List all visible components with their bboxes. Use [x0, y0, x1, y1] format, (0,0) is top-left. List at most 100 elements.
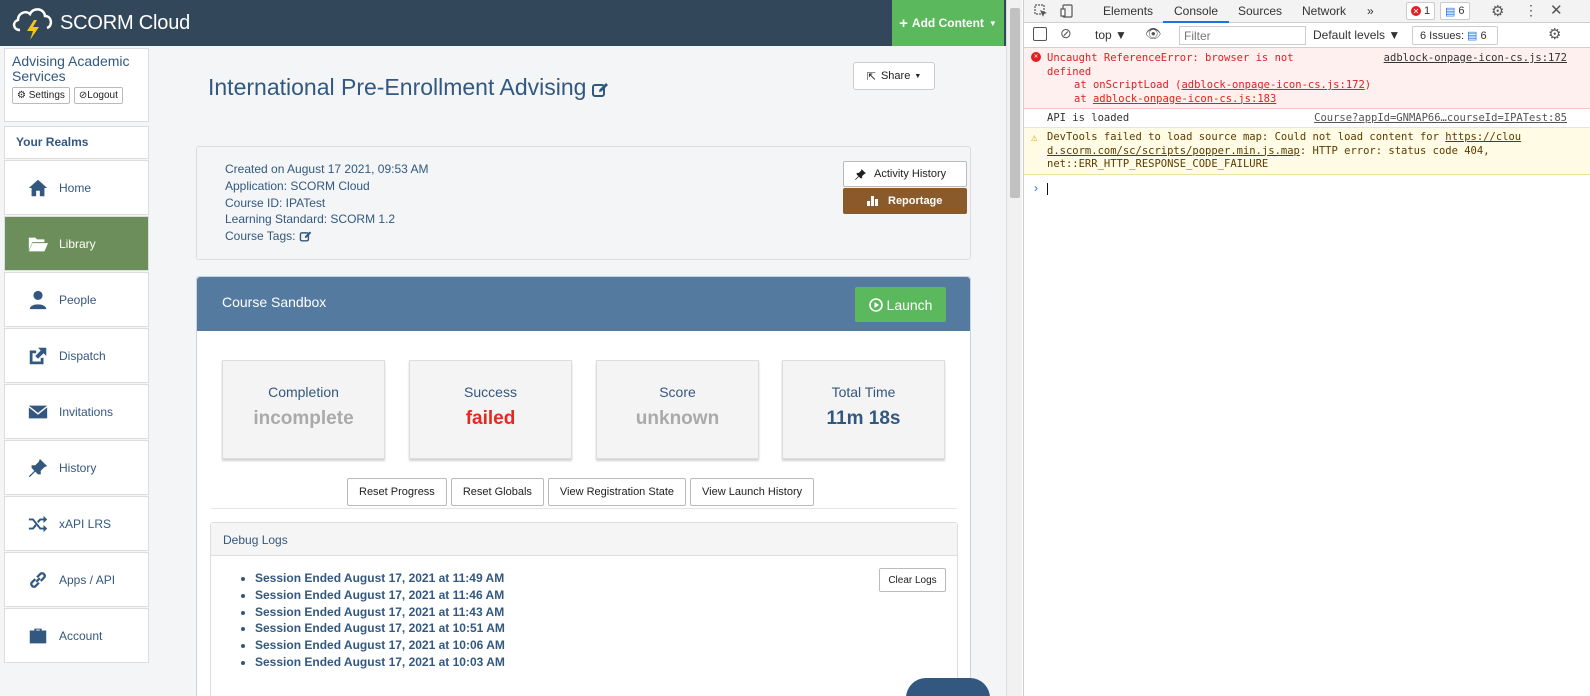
activity-history-button[interactable]: Activity History: [843, 161, 967, 187]
stack-frame-link[interactable]: adblock-onpage-icon-cs.js:172: [1181, 79, 1364, 91]
chat-widget-button[interactable]: [906, 678, 990, 696]
sidebar-item-label: Home: [59, 180, 92, 195]
issues-button[interactable]: 6 Issues: ▤ 6: [1412, 26, 1498, 45]
page-scrollbar[interactable]: [1006, 0, 1022, 696]
scrollbar-thumb[interactable]: [1010, 8, 1020, 198]
warning-text: DevTools failed to load source map: Coul…: [1047, 131, 1446, 143]
play-circle-icon: [868, 297, 883, 312]
tab-elements[interactable]: Elements: [1103, 4, 1153, 18]
source-map-link[interactable]: d.scorm.com/sc/scripts/popper.min.js.map: [1047, 145, 1300, 157]
scorm-cloud-logo[interactable]: SCORM Cloud: [10, 4, 190, 42]
your-realms-link[interactable]: Your Realms: [4, 126, 149, 159]
sidebar-toggle-icon[interactable]: [1033, 27, 1047, 41]
kebab-menu-icon[interactable]: ⋮: [1524, 2, 1538, 19]
error-icon: ✕: [1031, 52, 1041, 62]
launch-button[interactable]: Launch: [855, 287, 946, 322]
source-map-link[interactable]: https://clou: [1445, 131, 1521, 143]
view-registration-state-button[interactable]: View Registration State: [547, 478, 687, 506]
sidebar-item-people[interactable]: People: [4, 272, 149, 327]
sidebar-item-dispatch[interactable]: Dispatch: [4, 328, 149, 383]
reset-progress-button[interactable]: Reset Progress: [347, 478, 447, 506]
share-box-icon: [29, 347, 47, 364]
close-devtools-icon[interactable]: ✕: [1550, 1, 1563, 19]
home-icon: [28, 179, 48, 196]
stat-value: unknown: [635, 408, 720, 429]
sandbox-title: Course Sandbox: [222, 294, 327, 310]
more-tabs-icon[interactable]: »: [1367, 4, 1374, 18]
sandbox-header: Course Sandbox Launch: [197, 277, 970, 331]
console-settings-icon[interactable]: ⚙: [1548, 25, 1561, 43]
eye-icon[interactable]: 👁: [1145, 26, 1162, 42]
sidebar-item-home[interactable]: Home: [4, 160, 149, 215]
log-levels-select[interactable]: Default levels ▼: [1313, 28, 1400, 42]
application-name: Application: SCORM Cloud: [225, 178, 370, 193]
edit-icon[interactable]: [299, 230, 312, 243]
settings-gear-icon[interactable]: ⚙: [1491, 2, 1504, 20]
sidebar-item-label: History: [59, 460, 97, 475]
pin-icon: [855, 169, 866, 180]
console-toolbar: ⊘ top ▼ 👁 Filter Default levels ▼ 6 Issu…: [1024, 23, 1590, 48]
account-panel: Advising Academic Services ⚙ Settings ⊘L…: [4, 48, 149, 122]
console-filter-input[interactable]: Filter: [1179, 26, 1306, 45]
share-button[interactable]: ⇱ Share ▼: [853, 62, 935, 90]
sidebar-item-account[interactable]: Account: [4, 608, 149, 663]
devtools-panel: Elements Console Sources Network » ✕ 1 ▤…: [1023, 0, 1590, 696]
launch-label: Launch: [886, 296, 933, 313]
tab-network[interactable]: Network: [1302, 4, 1346, 18]
console-log-message[interactable]: API is loaded Course?appId=GNMAP66…cours…: [1024, 109, 1590, 128]
tab-sources[interactable]: Sources: [1238, 4, 1282, 18]
briefcase-icon: [29, 628, 47, 643]
error-count: 1: [1424, 5, 1431, 17]
sidebar-item-label: Library: [59, 236, 96, 251]
console-error-message[interactable]: ✕ Uncaught ReferenceError: browser is no…: [1024, 48, 1590, 109]
sidebar-item-library[interactable]: Library: [4, 216, 149, 271]
console-warning-message[interactable]: ⚠ DevTools failed to load source map: Co…: [1024, 128, 1590, 175]
reset-globals-button[interactable]: Reset Globals: [450, 478, 544, 506]
log-entry: Session Ended August 17, 2021 at 11:49 A…: [255, 570, 505, 587]
stat-label: Success: [464, 384, 517, 400]
inspect-icon[interactable]: [1034, 4, 1048, 18]
sidebar-item-invitations[interactable]: Invitations: [4, 384, 149, 439]
settings-button[interactable]: ⚙ Settings: [12, 87, 70, 104]
folder-open-icon: [28, 237, 49, 251]
stat-value: failed: [465, 408, 516, 429]
stat-score: Score unknown: [596, 360, 759, 459]
log-levels-value: Default levels: [1313, 28, 1386, 42]
device-toolbar-icon[interactable]: [1060, 4, 1074, 18]
log-list: Session Ended August 17, 2021 at 11:49 A…: [255, 570, 505, 671]
log-entry: Session Ended August 17, 2021 at 11:43 A…: [255, 604, 505, 621]
stat-success: Success failed: [409, 360, 572, 459]
stat-label: Completion: [268, 384, 339, 400]
message-count-badge[interactable]: ▤ 6: [1440, 2, 1470, 20]
stack-frame-link[interactable]: adblock-onpage-icon-cs.js:183: [1093, 93, 1276, 105]
message-count: 6: [1458, 5, 1465, 17]
error-icon: ✕: [1411, 6, 1421, 16]
sidebar-item-apps-api[interactable]: Apps / API: [4, 552, 149, 607]
clear-logs-button[interactable]: Clear Logs: [879, 568, 946, 592]
share-label: Share: [880, 70, 911, 82]
tab-console[interactable]: Console: [1174, 4, 1218, 18]
logout-label: Logout: [87, 90, 118, 101]
error-count-badge[interactable]: ✕ 1: [1406, 2, 1436, 20]
sidebar-item-xapi-lrs[interactable]: xAPI LRS: [4, 496, 149, 551]
stack-frame: at adblock-onpage-icon-cs.js:183: [1047, 93, 1590, 107]
log-entry: Session Ended August 17, 2021 at 11:46 A…: [255, 587, 505, 604]
context-select[interactable]: top ▼: [1095, 28, 1127, 42]
add-content-button[interactable]: + Add Content ▼: [892, 0, 1004, 46]
console-input-cursor[interactable]: [1047, 183, 1048, 195]
issues-label: 6 Issues:: [1420, 29, 1465, 42]
plus-icon: +: [899, 14, 908, 32]
edit-icon[interactable]: [591, 81, 609, 99]
sidebar-item-history[interactable]: History: [4, 440, 149, 495]
log-source-link[interactable]: Course?appId=GNMAP66…courseId=IPATest:85: [1314, 112, 1567, 126]
logout-button[interactable]: ⊘Logout: [73, 87, 123, 104]
error-source-link[interactable]: adblock-onpage-icon-cs.js:172: [1384, 52, 1567, 66]
log-entry: Session Ended August 17, 2021 at 10:06 A…: [255, 637, 505, 654]
view-launch-history-button[interactable]: View Launch History: [690, 478, 815, 506]
log-entry: Session Ended August 17, 2021 at 10:03 A…: [255, 654, 505, 671]
reportage-button[interactable]: Reportage: [843, 188, 967, 214]
issues-count: 6: [1480, 29, 1487, 42]
log-entry: Session Ended August 17, 2021 at 10:51 A…: [255, 620, 505, 637]
user-icon: [29, 290, 47, 309]
clear-console-icon[interactable]: ⊘: [1060, 25, 1072, 42]
